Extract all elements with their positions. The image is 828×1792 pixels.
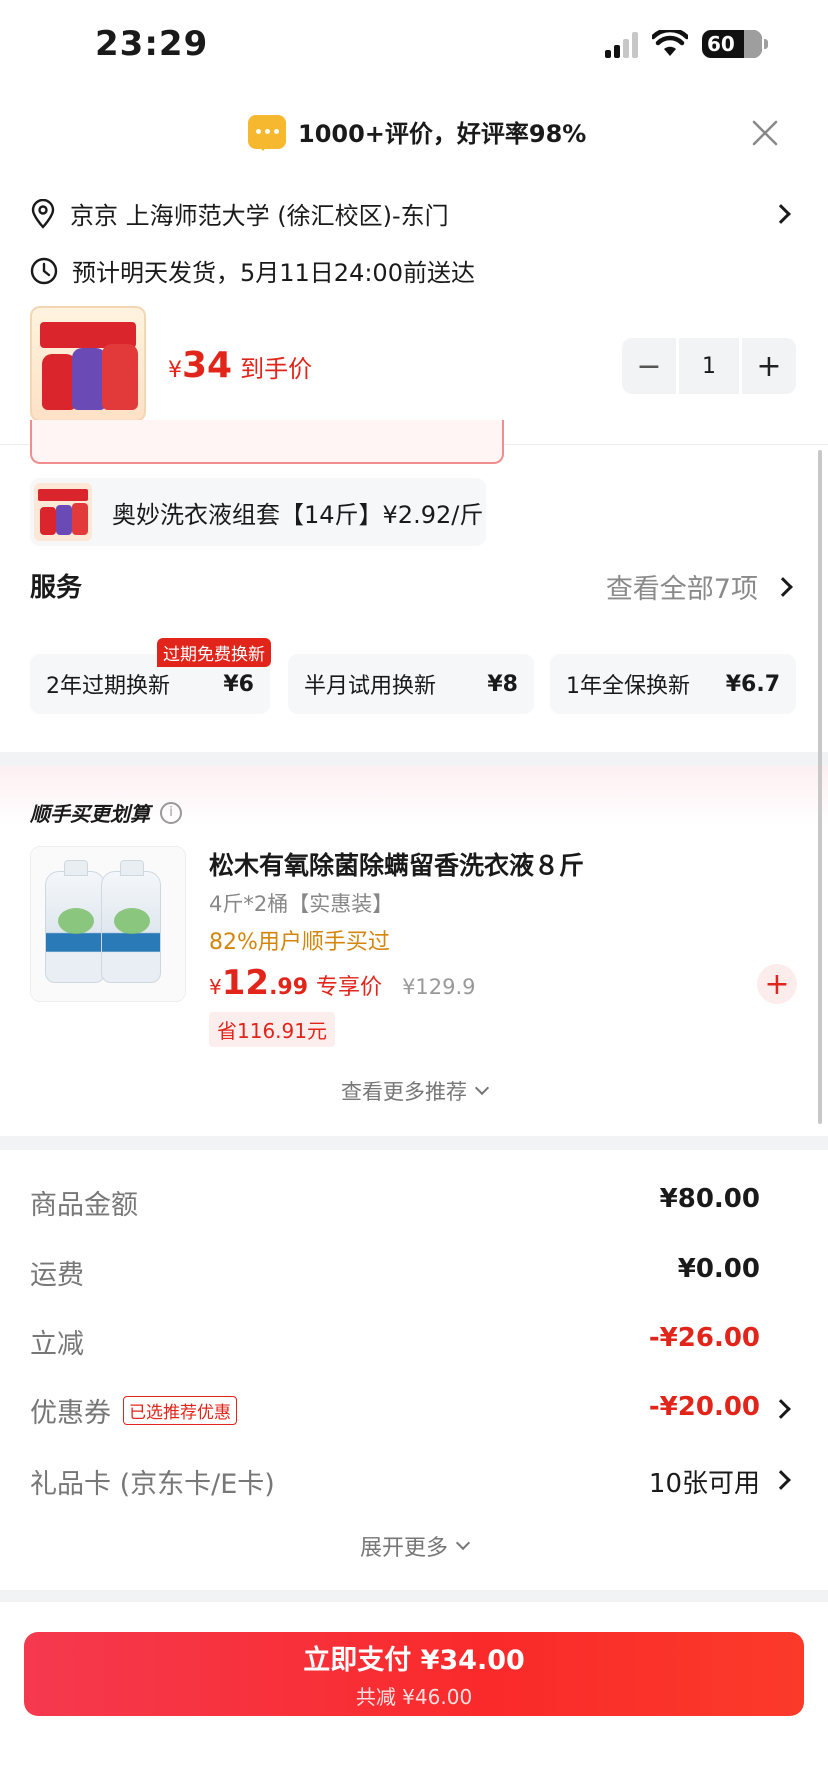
- product-thumbnail[interactable]: [30, 306, 146, 422]
- summary-label: 运费: [30, 1260, 84, 1291]
- address-text: 京京 上海师范大学 (徐汇校区)-东门: [70, 202, 449, 230]
- summary-value: ¥80.00: [659, 1184, 760, 1214]
- decrease-button[interactable]: −: [622, 338, 676, 394]
- original-price: ¥129.9: [402, 975, 476, 999]
- chevron-right-icon: [773, 576, 793, 597]
- final-price: ¥ 34 到手价: [168, 345, 312, 386]
- service-name: 半月试用换新: [304, 674, 437, 699]
- review-banner: 1000+评价，好评率98%: [248, 114, 587, 151]
- services-view-all-label: 查看全部7项: [605, 574, 758, 605]
- coupon-value[interactable]: -¥20.00: [649, 1392, 760, 1422]
- expand-more-label: 展开更多: [359, 1536, 448, 1561]
- coupon-badge: 已选推荐优惠: [123, 1396, 237, 1425]
- chevron-down-icon: [455, 1535, 471, 1551]
- recommend-price: ¥ 12 .99 专享价 ¥129.9: [209, 963, 476, 1003]
- selected-option-card[interactable]: [30, 420, 504, 464]
- quantity-stepper: − 1 +: [622, 338, 796, 394]
- service-price: ¥8: [487, 671, 518, 697]
- wifi-icon: [652, 30, 688, 56]
- coupon-label: 优惠券: [30, 1398, 111, 1429]
- status-time: 23:29: [95, 24, 209, 64]
- recommend-title-text: 顺手买更划算: [30, 802, 150, 826]
- section-gap: [0, 1590, 828, 1602]
- status-icons: 60: [605, 30, 768, 58]
- total-savings-label: 共减 ¥46.00: [355, 1685, 473, 1709]
- pay-now-label: 立即支付 ¥34.00: [303, 1645, 525, 1676]
- option-thumbnail: [34, 483, 92, 541]
- minus-icon: −: [636, 348, 662, 384]
- recommend-product-name[interactable]: 松木有氧除菌除螨留香洗衣液８斤: [209, 846, 584, 882]
- address-chevron-icon: [771, 203, 791, 224]
- clock-icon: [30, 257, 58, 284]
- services-title: 服务: [30, 573, 83, 603]
- cellular-signal-icon: [605, 30, 638, 58]
- option-item[interactable]: 奥妙洗衣液组套【14斤】¥2.92/斤: [30, 478, 486, 546]
- increase-button[interactable]: +: [742, 338, 796, 394]
- service-name: 2年过期换新: [46, 674, 170, 699]
- service-price: ¥6.7: [725, 671, 780, 697]
- pay-now-button[interactable]: 立即支付 ¥34.00 共减 ¥46.00: [24, 1632, 804, 1716]
- quantity-value[interactable]: 1: [679, 338, 739, 394]
- chevron-right-icon: [771, 1399, 791, 1419]
- section-gap: [0, 1136, 828, 1150]
- price-integer: 12: [221, 963, 270, 1003]
- address-row[interactable]: 京京 上海师范大学 (徐汇校区)-东门: [30, 196, 800, 231]
- more-recommend-button[interactable]: 查看更多推荐: [0, 1076, 828, 1106]
- gift-card-value[interactable]: 10张可用: [649, 1463, 760, 1500]
- currency-symbol: ¥: [209, 975, 222, 999]
- service-card[interactable]: 1年全保换新 ¥6.7: [550, 654, 796, 714]
- summary-label: 立减: [30, 1329, 84, 1360]
- currency-symbol: ¥: [168, 358, 182, 383]
- recommend-title: 顺手买更划算 i: [30, 798, 182, 827]
- chat-bubble-icon: [248, 114, 286, 151]
- summary-label: 商品金额: [30, 1190, 138, 1221]
- service-badge: 过期免费换新: [157, 638, 271, 667]
- savings-badge: 省116.91元: [209, 1012, 335, 1047]
- recommend-buy-rate: 82%用户顺手买过: [209, 930, 390, 955]
- price-value: 34: [182, 345, 233, 386]
- recommend-product-spec: 4斤*2桶【实惠装】: [209, 892, 394, 916]
- review-text: 1000+评价，好评率98%: [298, 120, 587, 148]
- services-view-all[interactable]: 查看全部7项: [605, 567, 793, 606]
- battery-tip: [764, 39, 768, 49]
- location-pin-icon: [31, 198, 55, 229]
- recommend-product-image[interactable]: [30, 846, 186, 1002]
- delivery-row: 预计明天发货，5月11日24:00前送达: [30, 253, 475, 288]
- price-decimal: .99: [269, 975, 309, 1000]
- service-price: ¥6: [223, 671, 254, 697]
- section-gap: [0, 752, 828, 766]
- coupon-row[interactable]: 优惠券 已选推荐优惠: [30, 1391, 237, 1430]
- battery-icon: 60: [702, 30, 762, 58]
- battery-level: 60: [707, 32, 735, 56]
- plus-icon: +: [756, 348, 782, 384]
- more-recommend-label: 查看更多推荐: [341, 1080, 467, 1104]
- chevron-right-icon: [771, 1470, 791, 1490]
- add-to-order-button[interactable]: +: [757, 964, 797, 1004]
- scrollbar[interactable]: [818, 450, 822, 1124]
- price-tag: 专享价: [316, 975, 383, 1000]
- option-label: 奥妙洗衣液组套【14斤】¥2.92/斤: [112, 500, 484, 529]
- discount-value: -¥26.00: [648, 1323, 760, 1353]
- expand-more-button[interactable]: 展开更多: [0, 1530, 828, 1562]
- info-icon[interactable]: i: [160, 801, 182, 824]
- service-card[interactable]: 半月试用换新 ¥8: [288, 654, 534, 714]
- summary-value: ¥0.00: [677, 1254, 760, 1284]
- delivery-text: 预计明天发货，5月11日24:00前送达: [72, 259, 475, 287]
- close-icon[interactable]: [748, 116, 782, 150]
- chevron-down-icon: [474, 1080, 490, 1096]
- service-name: 1年全保换新: [566, 674, 690, 699]
- price-tag: 到手价: [240, 355, 313, 383]
- gift-card-label[interactable]: 礼品卡 (京东卡/E卡): [30, 1462, 275, 1501]
